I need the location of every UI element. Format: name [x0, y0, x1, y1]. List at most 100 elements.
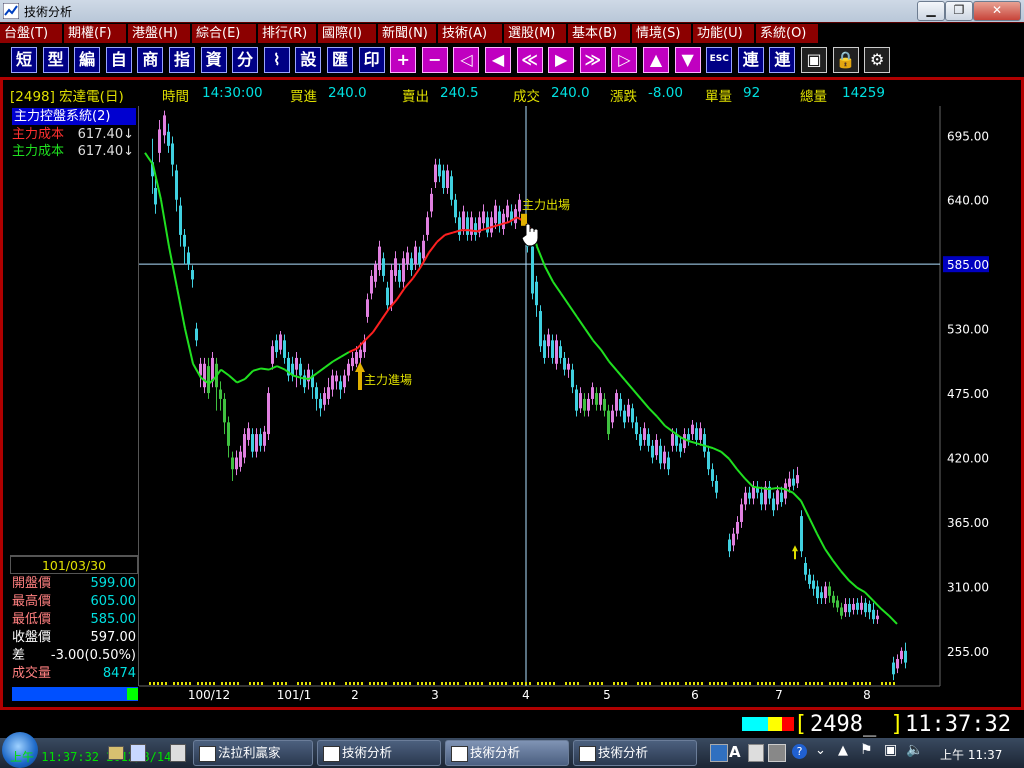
menu-item[interactable]: 港盤(H)	[128, 24, 190, 43]
toolbar-button[interactable]: 連	[769, 47, 796, 73]
candle-body	[327, 387, 330, 399]
toolbar-button[interactable]: ◀	[485, 47, 511, 73]
network-icon[interactable]: ⚑	[860, 742, 873, 758]
y-tick-label: 255.00	[947, 645, 989, 659]
volume-mark	[793, 682, 795, 685]
ime-mode-icon[interactable]: A	[729, 743, 741, 761]
candle-body	[283, 340, 286, 358]
toolbar-button[interactable]: ▲	[643, 47, 669, 73]
minimize-button[interactable]: ▁	[917, 1, 945, 21]
tray-icon[interactable]: ▣	[884, 742, 897, 758]
volume-mark	[773, 682, 775, 685]
toolbar-button[interactable]: ◁	[453, 47, 480, 73]
bid-label: 買進	[290, 89, 317, 105]
toolbar-button[interactable]: ▶	[548, 47, 575, 73]
x-tick-label: 4	[522, 688, 530, 702]
restore-button[interactable]: ❐	[945, 1, 973, 21]
toolbar-button[interactable]: 分	[232, 47, 259, 73]
price-chart[interactable]: 695.00 640.00 585.00 530.00 475.00 420.00 365.…	[139, 106, 1014, 703]
change-value: -8.00	[648, 85, 683, 101]
toolbar-button[interactable]: 連	[737, 47, 764, 73]
toolbar-button[interactable]: 匯	[327, 47, 353, 73]
toolbar-button[interactable]: 自	[105, 47, 132, 73]
candle-body	[422, 240, 425, 259]
toolbar-button[interactable]: 商	[137, 47, 164, 73]
volume-icon[interactable]: 🔈	[906, 742, 923, 758]
candle-body	[635, 422, 638, 435]
menu-item[interactable]: 新聞(N)	[378, 24, 436, 43]
volume-mark	[493, 682, 495, 685]
candle-body	[812, 580, 815, 589]
menu-item[interactable]: 情境(S)	[632, 24, 691, 43]
ohlc-row: 收盤價 597.00	[12, 629, 136, 646]
close-button[interactable]: ✕	[973, 1, 1021, 21]
candle-body	[671, 434, 674, 446]
toolbar-button[interactable]: ▷	[611, 47, 638, 73]
candle-body	[832, 595, 835, 603]
scroll-bar[interactable]	[12, 687, 138, 701]
indicator-title[interactable]: 主力控盤系統(2)	[12, 108, 136, 125]
toolbar-button[interactable]: 資	[200, 47, 227, 73]
menu-item[interactable]: 台盤(T)	[0, 24, 62, 43]
candle-body	[555, 340, 558, 364]
toolbar-button[interactable]: 型	[42, 47, 69, 73]
menu-item[interactable]: 功能(U)	[693, 24, 754, 43]
taskbar-app[interactable]: 技術分析	[573, 740, 697, 766]
tray-icon[interactable]	[768, 744, 786, 762]
candle-body	[335, 375, 338, 382]
toolbar-button[interactable]: 指	[169, 47, 195, 73]
menu-item[interactable]: 選股(M)	[504, 24, 566, 43]
ime-settings-icon[interactable]: ⌄	[815, 743, 826, 758]
tray-icon[interactable]	[748, 744, 764, 762]
chart-svg[interactable]: 695.00 640.00 585.00 530.00 475.00 420.00 365.…	[139, 106, 1014, 703]
volume-mark	[517, 682, 519, 685]
candle-body	[703, 434, 706, 452]
candle-body	[183, 234, 186, 247]
toolbar-button[interactable]: ⚙	[864, 47, 891, 73]
folder-icon[interactable]	[108, 746, 124, 760]
toolbar-button[interactable]: 短	[11, 47, 37, 73]
menu-bar: 台盤(T) 期權(F) 港盤(H) 綜合(E) 排行(R) 國際(I) 新聞(N) 技術(A)…	[0, 22, 1024, 45]
toolbar-button[interactable]: ⌇	[263, 47, 290, 73]
toolbar-button[interactable]: 🔒	[832, 47, 859, 73]
taskbar-app[interactable]: 法拉利贏家	[193, 740, 313, 766]
cost-line-segment	[760, 486, 770, 491]
taskbar-app[interactable]: 技術分析	[317, 740, 441, 766]
stock-code[interactable]: 2498_	[810, 712, 876, 737]
volume-mark	[281, 682, 283, 685]
quicklaunch-icon[interactable]	[170, 744, 186, 762]
candle-body	[679, 443, 682, 452]
menu-item[interactable]: 期權(F)	[64, 24, 126, 43]
scroll-thumb[interactable]	[127, 688, 138, 700]
toolbar-button[interactable]: ▣	[801, 47, 827, 73]
menu-item[interactable]: 國際(I)	[318, 24, 376, 43]
candle-body	[462, 211, 465, 230]
volume-mark	[409, 682, 411, 685]
toolbar-button[interactable]: 印	[358, 47, 385, 73]
tray-expand-icon[interactable]: ▲	[838, 743, 848, 758]
taskbar-app-active[interactable]: 技術分析	[445, 740, 569, 766]
toolbar-button[interactable]: ≫	[579, 47, 606, 73]
toolbar-button[interactable]: −	[421, 47, 448, 73]
quicklaunch-icon[interactable]	[130, 744, 146, 762]
volume-mark	[713, 682, 715, 685]
ime-icon[interactable]	[710, 744, 728, 762]
toolbar-button[interactable]: ▼	[674, 47, 701, 73]
menu-item[interactable]: 技術(A)	[438, 24, 502, 43]
menu-item[interactable]: 排行(R)	[258, 24, 316, 43]
toolbar-button[interactable]: 編	[74, 47, 101, 73]
help-icon[interactable]: ?	[792, 744, 807, 759]
toolbar-button[interactable]: ≪	[516, 47, 543, 73]
menu-item[interactable]: 系統(O)	[756, 24, 818, 43]
volume-mark	[449, 682, 451, 685]
menu-item[interactable]: 綜合(E)	[192, 24, 256, 43]
volume-mark	[201, 682, 203, 685]
tray-clock[interactable]: 上午 11:37	[940, 746, 1002, 763]
toolbar-button[interactable]: +	[390, 47, 417, 73]
toolbar-button[interactable]: 設	[295, 47, 322, 73]
status-bar: [ 2498_ ] 11:37:32	[0, 710, 1024, 738]
volume-mark	[841, 682, 843, 685]
candle-body	[659, 445, 662, 464]
menu-item[interactable]: 基本(B)	[568, 24, 630, 43]
toolbar-button[interactable]: ESC	[706, 47, 733, 73]
